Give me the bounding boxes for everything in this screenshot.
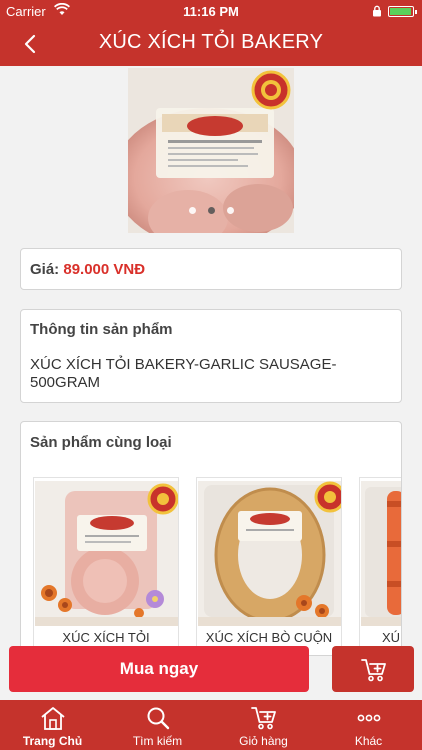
page-dot-active[interactable]	[207, 207, 215, 214]
cart-icon	[251, 707, 276, 730]
related-product-item[interactable]: XÚC XÍCH BÒ CUỘN	[196, 477, 342, 655]
back-button[interactable]	[12, 28, 48, 60]
tab-search[interactable]: Tìm kiếm	[105, 700, 210, 750]
related-product-item[interactable]: XÚ	[359, 477, 401, 655]
search-icon	[147, 707, 170, 730]
price-row: Giá: 89.000 VNĐ	[30, 261, 145, 278]
related-products-card: Sản phẩm cùng loại XÚC XÍCH TỎI XÚC XÍCH…	[20, 421, 402, 656]
tab-bar: Trang Chủ Tìm kiếm Giỏ hàng Khác	[0, 700, 422, 750]
add-to-cart-icon	[361, 659, 386, 682]
related-product-name: XÚ	[382, 630, 401, 645]
related-product-item[interactable]: XÚC XÍCH TỎI	[33, 477, 179, 655]
product-image-carousel[interactable]	[128, 68, 294, 233]
related-product-name: XÚC XÍCH BÒ CUỘN	[205, 630, 333, 645]
home-icon	[41, 707, 65, 730]
tab-more[interactable]: Khác	[316, 700, 421, 750]
carousel-pagination	[128, 201, 294, 219]
related-product-image	[35, 481, 178, 626]
tab-more-label: Khác	[354, 734, 383, 748]
add-to-cart-button[interactable]	[332, 646, 414, 692]
tab-cart[interactable]: Giỏ hàng	[211, 700, 316, 750]
price-value: 89.000 VNĐ	[63, 261, 146, 278]
status-bar: Carrier 11:16 PM	[0, 0, 422, 22]
page-title: XÚC XÍCH TỎI BAKERY	[98, 31, 324, 53]
battery-level	[390, 8, 411, 15]
related-product-image	[361, 481, 401, 626]
product-info-card: Thông tin sản phẩm XÚC XÍCH TỎI BAKERY-G…	[20, 309, 402, 403]
product-info-heading: Thông tin sản phẩm	[30, 321, 173, 338]
chevron-left-icon	[24, 34, 36, 54]
price-label: Giá:	[30, 261, 60, 278]
related-product-image	[198, 481, 341, 626]
product-description: XÚC XÍCH TỎI BAKERY-GARLIC SAUSAGE-500GR…	[30, 356, 337, 391]
rotation-lock-icon	[373, 5, 381, 17]
page-dot[interactable]	[226, 207, 234, 214]
page-dot[interactable]	[188, 207, 196, 214]
tab-home-label: Trang Chủ	[22, 734, 83, 748]
related-product-name: XÚC XÍCH TỎI	[62, 630, 150, 645]
tab-cart-label: Giỏ hàng	[239, 734, 288, 748]
price-card: Giá: 89.000 VNĐ	[20, 248, 402, 290]
related-products-heading: Sản phẩm cùng loại	[30, 434, 172, 451]
clock: 11:16 PM	[183, 4, 239, 19]
buy-now-button[interactable]: Mua ngay	[9, 646, 309, 692]
navigation-bar: XÚC XÍCH TỎI BAKERY	[0, 22, 422, 66]
battery-icon	[388, 6, 417, 17]
tab-home[interactable]: Trang Chủ	[0, 700, 105, 750]
tab-search-label: Tìm kiếm	[132, 734, 183, 748]
more-icon	[357, 714, 381, 722]
